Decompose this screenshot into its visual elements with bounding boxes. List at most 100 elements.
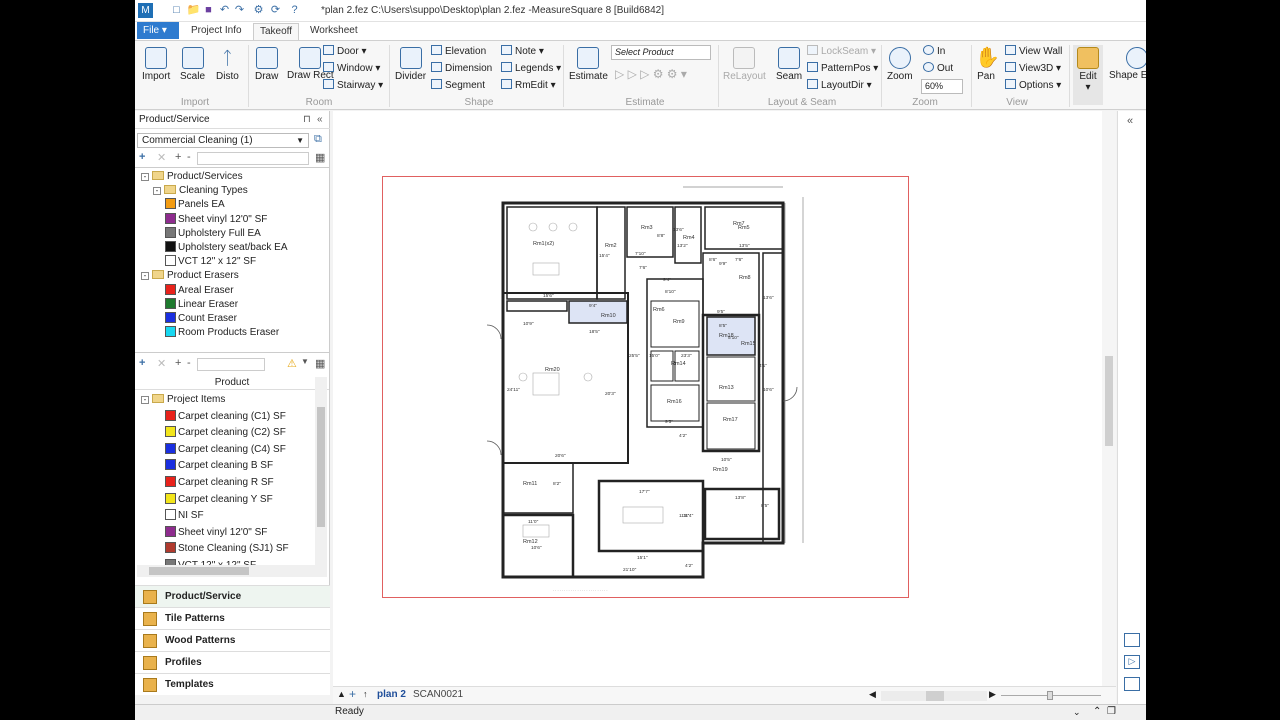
tree-h-scrollbar[interactable] — [137, 565, 327, 577]
lockseam-button[interactable]: LockSeam ▾ — [807, 45, 876, 57]
patternpos-button[interactable]: PatternPos ▾ — [807, 62, 878, 74]
window-button[interactable]: Window ▾ — [323, 62, 380, 74]
product-tree-item[interactable]: - Cleaning Types — [153, 184, 248, 197]
project-item-item[interactable]: Carpet cleaning B SF — [165, 459, 273, 472]
add-small-icon[interactable]: + — [175, 151, 181, 163]
import-button[interactable]: Import — [142, 47, 170, 82]
tab-project-info[interactable]: Project Info — [191, 25, 242, 36]
shape-edit-button[interactable]: Shape Edit ▾ — [1109, 47, 1146, 81]
tab-takeoff[interactable]: Takeoff — [253, 23, 300, 40]
play-icon[interactable]: ▷ — [1124, 655, 1140, 669]
collapse-toggle-icon[interactable]: - — [141, 272, 149, 281]
view-wall-button[interactable]: View Wall — [1005, 45, 1062, 57]
nav-profiles[interactable]: Profiles — [135, 651, 330, 673]
project-item-item[interactable]: NI SF — [165, 509, 204, 522]
nav-templates[interactable]: Templates — [135, 673, 330, 695]
product-tree-item[interactable]: Sheet vinyl 12'0" SF — [165, 212, 267, 226]
room-label[interactable]: Rm20 — [545, 367, 560, 373]
elevation-button[interactable]: Elevation — [431, 45, 486, 57]
room-label[interactable]: Rm14 — [671, 361, 686, 367]
restore-icon[interactable]: ❐ — [1107, 705, 1116, 719]
warning-icon[interactable]: ⚠ — [287, 357, 297, 370]
room-label[interactable]: Rm4 — [683, 235, 695, 241]
chevron-down-icon[interactable]: ⌄ — [1073, 705, 1081, 719]
floor-plan[interactable]: Rm1(x2) Rm2Rm3Rm4Rm5Rm6Rm7Rm8Rm9Rm10Rm11R… — [383, 177, 910, 599]
product-tree-item[interactable]: Room Products Eraser — [165, 326, 279, 339]
room-label[interactable]: Rm11 — [523, 481, 537, 487]
collapse-icon[interactable]: « — [317, 111, 323, 129]
scroll-right-icon[interactable]: ▶ — [989, 689, 996, 700]
new-file-icon[interactable]: □ — [169, 3, 184, 18]
grid-view-icon[interactable]: ▦ — [315, 357, 325, 370]
project-item-item[interactable]: Carpet cleaning R SF — [165, 476, 274, 489]
horizontal-scrollbar[interactable] — [881, 691, 987, 701]
product-catalog-dropdown[interactable]: Commercial Cleaning (1) ▼ — [137, 133, 309, 148]
nav-wood-patterns[interactable]: Wood Patterns — [135, 629, 330, 651]
delete-icon[interactable]: ✕ — [157, 151, 166, 164]
segment-button[interactable]: Segment — [431, 79, 485, 91]
relayout-button[interactable]: ReLayout — [723, 47, 766, 82]
help-icon[interactable]: ? — [287, 3, 302, 18]
zoom-slider-thumb[interactable] — [1047, 691, 1053, 700]
rmedit-button[interactable]: RmEdit ▾ — [501, 79, 556, 91]
collapse-toggle-icon[interactable]: - — [141, 173, 149, 181]
save-icon[interactable]: ■ — [201, 3, 216, 18]
room-label[interactable]: Rm2 — [605, 243, 617, 249]
product-tree-item[interactable]: - Product/Services — [141, 170, 243, 183]
divider-button[interactable]: Divider — [395, 47, 426, 82]
project-item-item[interactable]: Carpet cleaning (C4) SF — [165, 442, 286, 456]
view3d-button[interactable]: View3D ▾ — [1005, 62, 1061, 74]
room-label[interactable]: Rm3 — [641, 225, 653, 231]
product-tree-item[interactable]: - Product Erasers — [141, 269, 239, 282]
room-label[interactable]: Rm13 — [719, 385, 734, 391]
zoom-out-button[interactable]: Out — [923, 62, 953, 74]
undo-icon[interactable]: ↶ — [217, 3, 232, 18]
legends-button[interactable]: Legends ▾ — [501, 62, 561, 74]
nav-product-service[interactable]: Product/Service — [135, 585, 330, 607]
project-item-item[interactable]: Sheet vinyl 12'0" SF — [165, 525, 267, 539]
add-icon[interactable]: + — [139, 357, 145, 369]
report-icon[interactable] — [1124, 633, 1140, 647]
zoom-slider[interactable] — [1001, 691, 1101, 700]
product-tree-item[interactable]: Linear Eraser — [165, 297, 238, 311]
layoutdir-button[interactable]: LayoutDir ▾ — [807, 79, 872, 91]
room-label[interactable]: Rm8 — [739, 275, 751, 281]
add-sheet-icon[interactable]: + — [349, 687, 356, 701]
seam-button[interactable]: Seam — [776, 47, 802, 82]
product-tree-item[interactable]: VCT 12" x 12" SF — [165, 255, 256, 268]
stairway-button[interactable]: Stairway ▾ — [323, 79, 383, 91]
tree-scrollbar[interactable] — [315, 377, 327, 577]
room-label[interactable]: Rm7 — [733, 221, 745, 227]
project-item-item[interactable]: Carpet cleaning (C2) SF — [165, 426, 286, 439]
open-folder-icon[interactable]: 📁 — [186, 3, 201, 18]
settings-icon[interactable]: ⚙ — [251, 3, 266, 18]
scroll-thumb[interactable] — [317, 407, 325, 527]
scale-button[interactable]: Scale — [180, 47, 205, 82]
room-label[interactable]: Rm16 — [667, 399, 682, 405]
tab-worksheet[interactable]: Worksheet — [310, 25, 358, 36]
sheet-tab-plan2[interactable]: plan 2 — [377, 689, 406, 700]
nav-tile-patterns[interactable]: Tile Patterns — [135, 607, 330, 629]
room-label[interactable]: Rm19 — [713, 467, 728, 473]
project-item-item[interactable]: - Project Items — [141, 393, 225, 406]
pan-button[interactable]: ✋ Pan — [975, 47, 1000, 82]
catalog-link-icon[interactable]: ⧉ — [314, 133, 322, 146]
estimate-button[interactable]: Estimate — [569, 47, 608, 82]
room-label[interactable]: Rm15 — [741, 341, 756, 347]
sheet-tab-scan[interactable]: SCAN0021 — [413, 689, 463, 700]
edit-button[interactable]: Edit ▾ — [1073, 45, 1103, 105]
tab-file[interactable]: File ▾ — [137, 22, 179, 39]
drawing-sheet[interactable]: Rm1(x2) Rm2 Rm3 Rm4 Rm5 Rm6 Rm7 Rm8 Rm9 Rm10 Rm11 R… — [382, 176, 909, 598]
product-tree-item[interactable]: Upholstery Full EA — [165, 226, 261, 240]
sync-icon[interactable]: ⟳ — [268, 3, 283, 18]
collapse-toggle-icon[interactable]: - — [141, 396, 149, 404]
project-item-item[interactable]: Stone Cleaning (SJ1) SF — [165, 542, 289, 555]
sheet-nav-up-icon[interactable]: ▲ — [337, 689, 346, 699]
door-button[interactable]: Door ▾ — [323, 45, 367, 57]
select-product-dropdown[interactable]: Select Product — [611, 45, 711, 60]
scroll-left-icon[interactable]: ◀ — [869, 689, 876, 700]
grid-view-icon[interactable]: ▦ — [315, 151, 325, 164]
room-label[interactable]: Rm12 — [523, 539, 538, 545]
collapse-up-icon[interactable]: ⌃ — [1093, 705, 1101, 719]
product-tree-item[interactable]: Areal Eraser — [165, 283, 234, 297]
